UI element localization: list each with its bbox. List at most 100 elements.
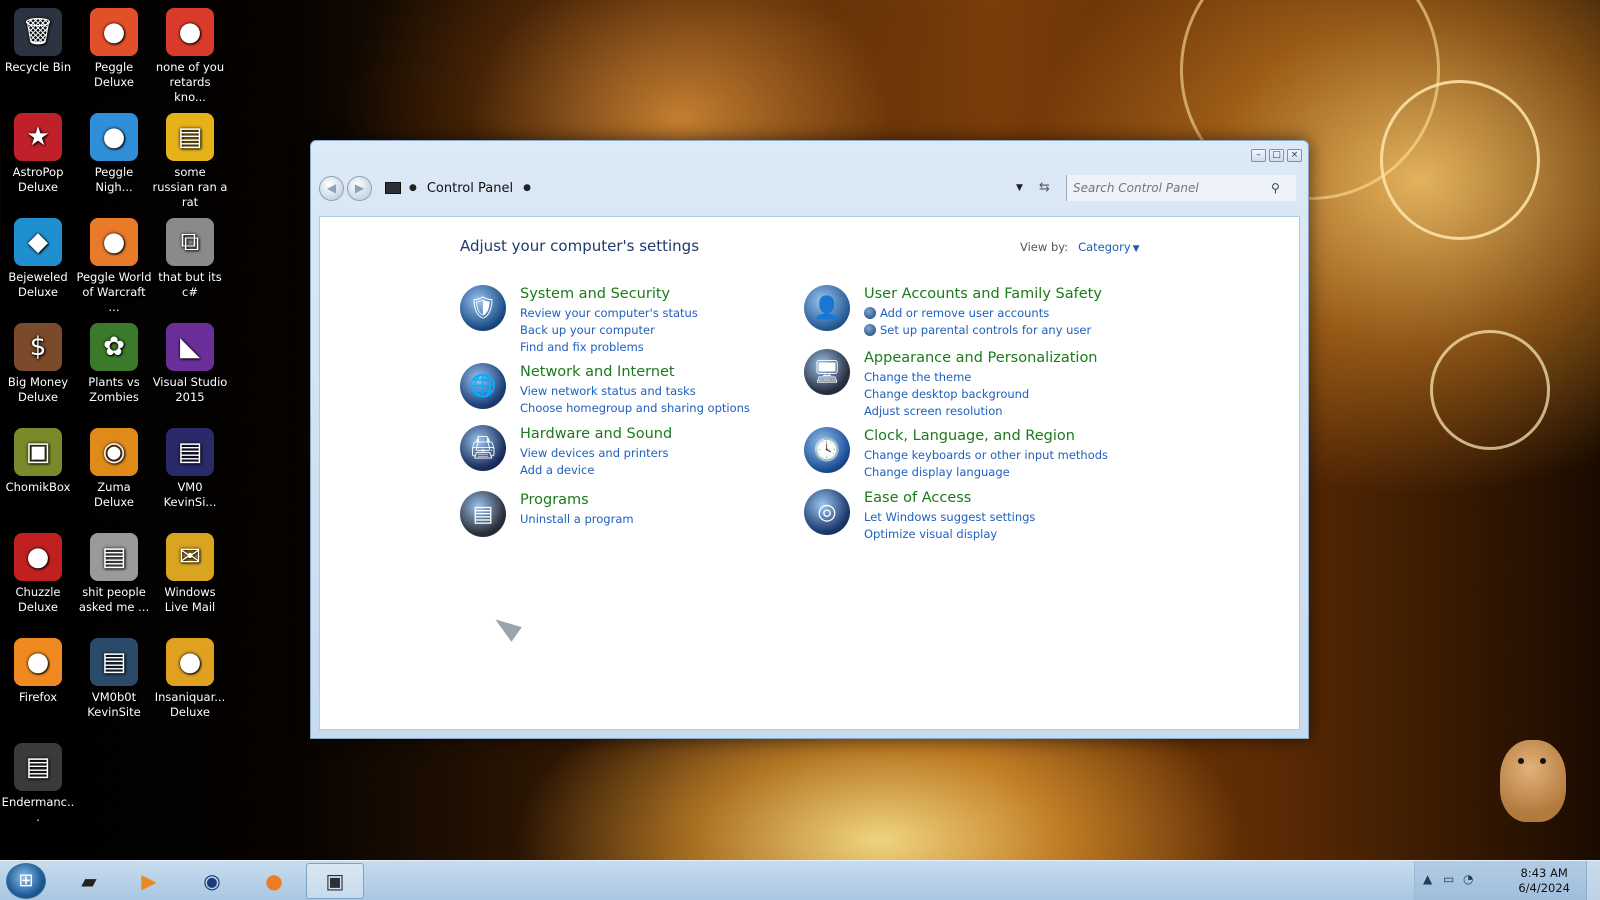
ease-of-access-icon[interactable]: ◎ <box>804 489 850 535</box>
search-input[interactable] <box>1073 181 1263 195</box>
breadcrumb[interactable]: ● Control Panel ● <box>385 181 541 196</box>
desktop-icon[interactable]: ▣ ChomikBox <box>0 428 76 495</box>
view-by: View by: Category ▼ <box>1020 240 1140 254</box>
appearance-icon[interactable]: 🖥 <box>804 349 850 395</box>
desktop-icon[interactable]: ◉ Zuma Deluxe <box>76 428 152 510</box>
desktop-icon[interactable]: ★ AstroPop Deluxe <box>0 113 76 195</box>
category-task-link[interactable]: Let Windows suggest settings <box>864 509 1035 526</box>
network-tray-icon[interactable]: ▭ <box>1443 872 1454 886</box>
desktop-icon[interactable]: $ Big Money Deluxe <box>0 323 76 405</box>
desktop-icon-label: that but its c# <box>158 270 222 299</box>
category-task-link[interactable]: Review your computer's status <box>520 305 698 322</box>
desktop-icon[interactable]: ✿ Plants vs Zombies <box>76 323 152 405</box>
category-task-link[interactable]: View network status and tasks <box>520 383 750 400</box>
programs-icon[interactable]: ▤ <box>460 491 506 537</box>
address-bar: ◀ ▶ ● Control Panel ● ▼ ⇆ ⚲ <box>319 171 1300 205</box>
back-button[interactable]: ◀ <box>319 175 344 201</box>
media-player-taskbar-icon[interactable]: ▶ <box>120 863 178 899</box>
category-task-link[interactable]: Change the theme <box>864 369 1098 386</box>
close-button[interactable]: × <box>1287 149 1302 162</box>
start-button[interactable]: ⊞ <box>6 863 46 899</box>
firefox-taskbar-icon[interactable]: ● <box>245 863 303 899</box>
desktop-icon[interactable]: ◣ Visual Studio 2015 <box>152 323 228 405</box>
chevron-down-icon[interactable]: ▼ <box>1133 244 1140 254</box>
breadcrumb-control-panel[interactable]: Control Panel <box>427 181 513 196</box>
desktop-icon-label: Peggle World of Warcraft ... <box>76 270 152 314</box>
category-task-link[interactable]: Find and fix problems <box>520 339 698 356</box>
show-desktop-button[interactable] <box>1586 861 1600 900</box>
desktop-icon[interactable]: ▤ some russian ran a rat <box>152 113 228 210</box>
category-task-link[interactable]: Change desktop background <box>864 386 1098 403</box>
control-panel-window[interactable]: – □ × ◀ ▶ ● Control Panel ● ▼ ⇆ ⚲ Adjust… <box>310 140 1309 739</box>
search-icon[interactable]: ⚲ <box>1271 181 1280 195</box>
category-title-link[interactable]: Hardware and Sound <box>520 425 672 444</box>
category-task-link[interactable]: Add or remove user accounts <box>864 305 1102 322</box>
system-security-icon[interactable]: 🛡 <box>460 285 506 331</box>
volume-tray-icon[interactable]: ◔ <box>1463 872 1473 886</box>
desktop-icon[interactable]: ⧉ that but its c# <box>152 218 228 300</box>
category-task-link[interactable]: Set up parental controls for any user <box>864 322 1102 339</box>
refresh-icon[interactable]: ⇆ <box>1039 180 1050 195</box>
desktop-icon[interactable]: ● Peggle World of Warcraft ... <box>76 218 152 315</box>
desktop-icon[interactable]: ▤ shit people asked me ... <box>76 533 152 615</box>
explorer-taskbar-icon[interactable]: ▰ <box>60 863 118 899</box>
desktop-icon[interactable]: ● Chuzzle Deluxe <box>0 533 76 615</box>
desktop-icon[interactable]: ◆ Bejeweled Deluxe <box>0 218 76 300</box>
desktop-icon[interactable]: ● Peggle Nigh... <box>76 113 152 195</box>
desktop-icon[interactable]: ✉ Windows Live Mail <box>152 533 228 615</box>
desktop-icon-grid: 🗑 Recycle Bin ● Peggle Deluxe ● none of you r… <box>0 0 240 850</box>
hardware-sound-icon[interactable]: 🖨 <box>460 425 506 471</box>
category-task-link[interactable]: Add a device <box>520 462 672 479</box>
minimize-button[interactable]: – <box>1251 149 1266 162</box>
desktop-icon[interactable]: 🗑 Recycle Bin <box>0 8 76 75</box>
desktop-icon-label: Plants vs Zombies <box>88 375 140 404</box>
desktop-icon[interactable]: ● Insaniquar... Deluxe <box>152 638 228 720</box>
clock[interactable]: 8:43 AM 6/4/2024 <box>1518 866 1570 896</box>
category-task-link[interactable]: Change display language <box>864 464 1108 481</box>
text-file-icon: ▤ <box>166 113 214 161</box>
forward-button[interactable]: ▶ <box>347 175 372 201</box>
category-task-label: Choose homegroup and sharing options <box>520 401 750 415</box>
hamster-gadget[interactable] <box>1500 740 1566 822</box>
category-title-link[interactable]: Programs <box>520 491 634 510</box>
category-task-link[interactable]: Choose homegroup and sharing options <box>520 400 750 417</box>
view-by-dropdown[interactable]: Category <box>1078 240 1131 254</box>
category-title-link[interactable]: Network and Internet <box>520 363 750 382</box>
category-task-label: Add a device <box>520 463 595 477</box>
tray-expand-icon[interactable]: ▲ <box>1423 872 1432 886</box>
breadcrumb-separator-icon[interactable]: ● <box>409 183 417 193</box>
control-panel-taskbar-icon[interactable]: ▣ <box>306 863 364 899</box>
category-task-link[interactable]: Uninstall a program <box>520 511 634 528</box>
category-title-link[interactable]: User Accounts and Family Safety <box>864 285 1102 304</box>
category-title-link[interactable]: Appearance and Personalization <box>864 349 1098 368</box>
desktop-icon[interactable]: ▤ VM0b0t KevinSite <box>76 638 152 720</box>
user-accounts-icon[interactable]: 👤 <box>804 285 850 331</box>
category-task-link[interactable]: Change keyboards or other input methods <box>864 447 1108 464</box>
desktop-icon[interactable]: ● Firefox <box>0 638 76 705</box>
category-task-link[interactable]: Adjust screen resolution <box>864 403 1098 420</box>
category-task-label: Back up your computer <box>520 323 655 337</box>
search-box[interactable]: ⚲ <box>1066 175 1296 201</box>
breadcrumb-separator-icon[interactable]: ● <box>523 183 531 193</box>
network-internet-icon[interactable]: 🌐 <box>460 363 506 409</box>
category-task-label: Adjust screen resolution <box>864 404 1003 418</box>
category-task-link[interactable]: Optimize visual display <box>864 526 1035 543</box>
category-text: Ease of Access Let Windows suggest settin… <box>864 489 1035 543</box>
category-task-link[interactable]: View devices and printers <box>520 445 672 462</box>
peggle-shortcut-icon: ● <box>166 8 214 56</box>
category-title-link[interactable]: Ease of Access <box>864 489 1035 508</box>
ie-taskbar-icon[interactable]: ◉ <box>183 863 241 899</box>
address-dropdown-icon[interactable]: ▼ <box>1016 183 1023 193</box>
desktop-icon[interactable]: ● Peggle Deluxe <box>76 8 152 90</box>
desktop-icon[interactable]: ▤ Endermanc... <box>0 743 76 825</box>
category-title-link[interactable]: System and Security <box>520 285 698 304</box>
document-icon: ▤ <box>90 533 138 581</box>
desktop-icon[interactable]: ▤ VM0 KevinSi... <box>152 428 228 510</box>
maximize-button[interactable]: □ <box>1269 149 1284 162</box>
desktop-icon-label: ChomikBox <box>5 480 71 494</box>
clock-language-icon[interactable]: 🕓 <box>804 427 850 473</box>
desktop-icon[interactable]: ● none of you retards kno... <box>152 8 228 105</box>
category-task-link[interactable]: Back up your computer <box>520 322 698 339</box>
page-title: Adjust your computer's settings <box>460 237 700 255</box>
category-title-link[interactable]: Clock, Language, and Region <box>864 427 1108 446</box>
